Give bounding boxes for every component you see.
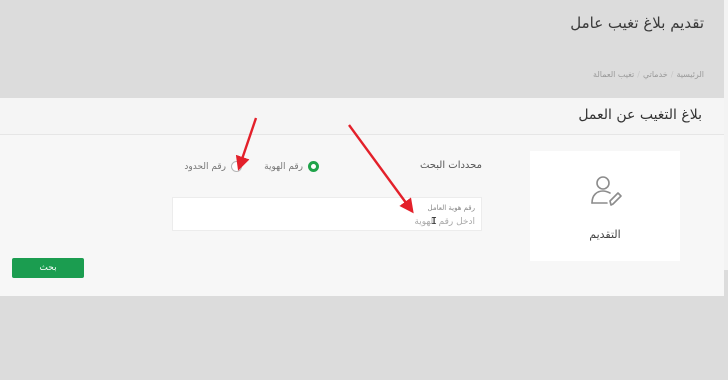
breadcrumb-services[interactable]: خدماتي (643, 70, 668, 79)
radio-id-number[interactable]: رقم الهوية (264, 161, 319, 172)
search-criteria-label: محددات البحث (419, 160, 482, 171)
panel-body: التقديم محددات البحث رقم الهوية رقم الحد… (0, 135, 724, 296)
breadcrumb-current: تغيب العمالة (593, 70, 635, 79)
worker-id-field[interactable]: رقم هوية العامل I (172, 197, 482, 231)
panel-header: بلاغ التغيب عن العمل (0, 98, 724, 135)
user-edit-icon (591, 176, 622, 206)
absence-report-panel: بلاغ التغيب عن العمل التقديم محددات البح… (0, 98, 724, 296)
page-title: تقديم بلاغ تغيب عامل (570, 14, 704, 32)
breadcrumb: الرئيسية/خدماتي/تغيب العمالة (593, 70, 704, 79)
step-submission: التقديم (530, 151, 680, 261)
search-button[interactable]: بحث (12, 258, 84, 278)
radio-label-id-number[interactable]: رقم الهوية (264, 162, 303, 172)
text-cursor-icon: I (431, 216, 438, 227)
radio-border-number[interactable]: رقم الحدود (184, 161, 242, 172)
breadcrumb-home[interactable]: الرئيسية (676, 70, 704, 79)
breadcrumb-separator: / (637, 70, 640, 79)
panel-title: بلاغ التغيب عن العمل (578, 107, 702, 123)
step-label: التقديم (589, 228, 621, 241)
scroll-rail[interactable] (724, 0, 728, 270)
radio-selected-icon[interactable] (308, 161, 319, 172)
breadcrumb-separator: / (670, 70, 674, 79)
worker-id-label: رقم هوية العامل (427, 204, 475, 212)
page-header: تقديم بلاغ تغيب عامل الرئيسية/خدماتي/تغي… (0, 0, 728, 98)
radio-unselected-icon[interactable] (231, 161, 242, 172)
radio-label-border-number[interactable]: رقم الحدود (184, 162, 226, 172)
